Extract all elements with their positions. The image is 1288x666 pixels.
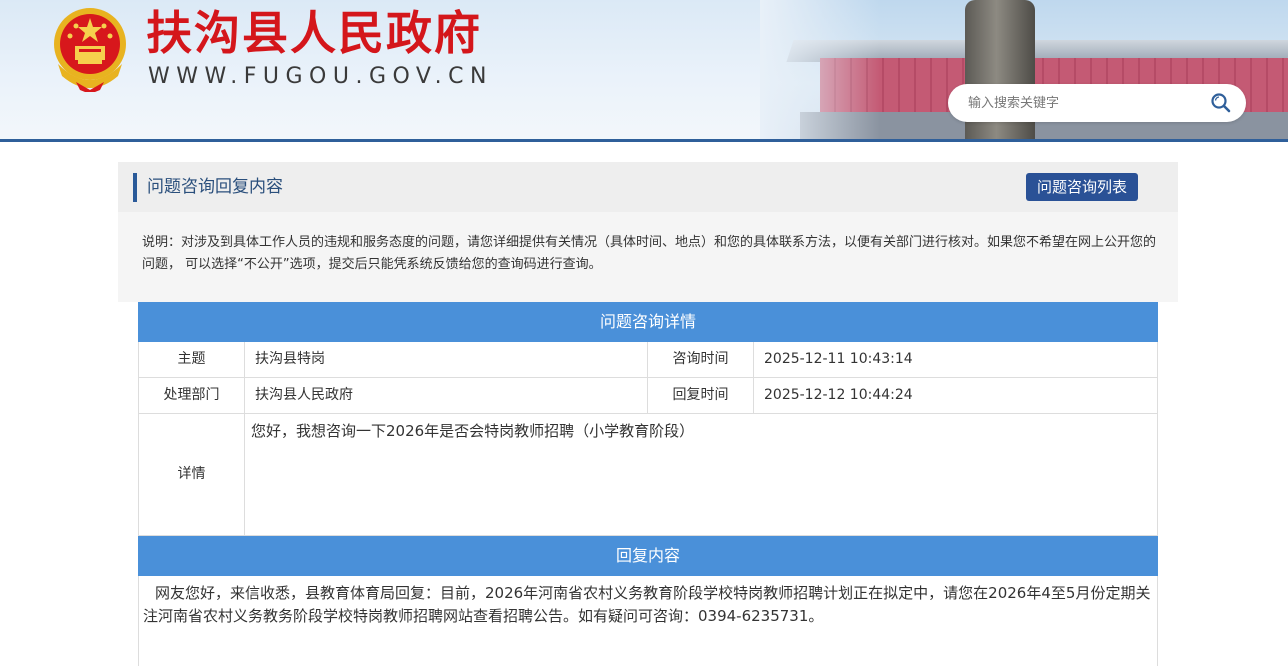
subject-label: 主题	[139, 342, 245, 377]
reply-content: 网友您好，来信收悉，县教育体育局回复：目前，2026年河南省农村义务教育阶段学校…	[138, 576, 1158, 666]
department-label: 处理部门	[139, 378, 245, 413]
search-box	[948, 84, 1246, 122]
header-divider	[0, 139, 1288, 142]
search-icon[interactable]	[1210, 92, 1232, 114]
table-row: 处理部门 扶沟县人民政府 回复时间 2025-12-12 10:44:24	[138, 378, 1158, 414]
consultation-list-button[interactable]: 问题咨询列表	[1026, 173, 1138, 201]
consultation-detail-table: 问题咨询详情 主题 扶沟县特岗 咨询时间 2025-12-11 10:43:14…	[138, 302, 1158, 666]
table-row: 详情 您好，我想咨询一下2026年是否会特岗教师招聘（小学教育阶段）	[138, 414, 1158, 536]
detail-label: 详情	[139, 414, 245, 535]
site-header: 扶沟县人民政府 WWW.FUGOU.GOV.CN	[0, 0, 1288, 142]
reply-time-label: 回复时间	[648, 378, 754, 413]
detail-section-header: 问题咨询详情	[138, 302, 1158, 342]
reply-text: 网友您好，来信收悉，县教育体育局回复：目前，2026年河南省农村义务教育阶段学校…	[143, 584, 1151, 625]
table-row: 主题 扶沟县特岗 咨询时间 2025-12-11 10:43:14	[138, 342, 1158, 378]
page-title: 问题咨询回复内容	[147, 177, 283, 197]
notice-text: 说明：对涉及到具体工作人员的违规和服务态度的问题，请您详细提供有关情况（具体时间…	[142, 235, 1157, 272]
subject-value: 扶沟县特岗	[245, 342, 648, 377]
detail-text: 您好，我想咨询一下2026年是否会特岗教师招聘（小学教育阶段）	[251, 422, 695, 440]
panel-header: 问题咨询回复内容 问题咨询列表	[118, 162, 1178, 212]
title-accent-bar	[133, 173, 137, 202]
consult-time-label: 咨询时间	[648, 342, 754, 377]
national-emblem-icon[interactable]	[48, 4, 132, 92]
reply-section-header: 回复内容	[138, 536, 1158, 576]
reply-time-value: 2025-12-12 10:44:24	[764, 387, 913, 403]
banner-fade	[760, 0, 880, 139]
site-url: WWW.FUGOU.GOV.CN	[148, 64, 493, 89]
consult-time-value: 2025-12-11 10:43:14	[764, 351, 913, 367]
site-title[interactable]: 扶沟县人民政府	[146, 4, 482, 62]
search-input[interactable]	[968, 93, 1208, 113]
department-value: 扶沟县人民政府	[245, 378, 648, 413]
consultation-panel: 问题咨询回复内容 问题咨询列表 说明：对涉及到具体工作人员的违规和服务态度的问题…	[118, 162, 1178, 302]
